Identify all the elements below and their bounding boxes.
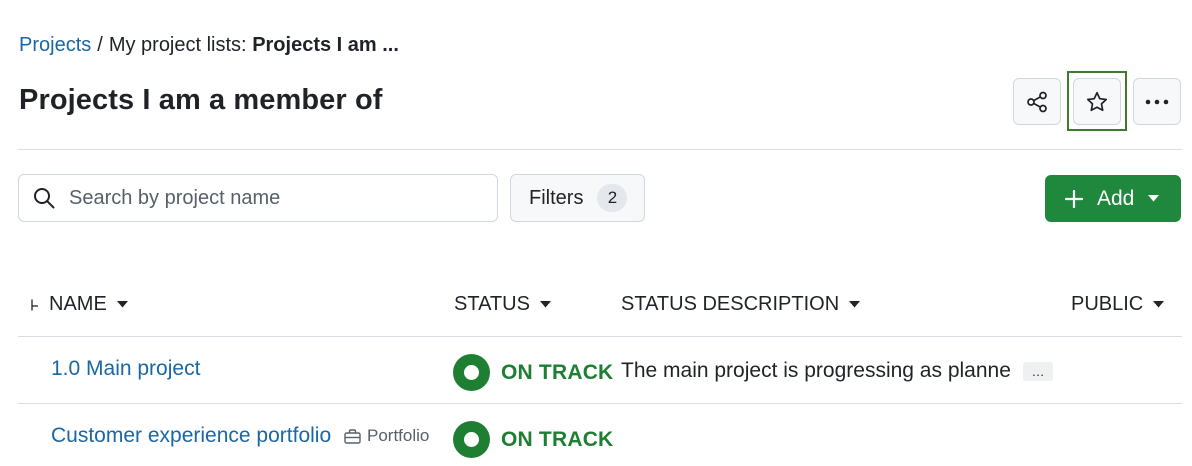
status-badge: ON TRACK bbox=[453, 354, 613, 391]
table-row-divider bbox=[18, 336, 1182, 337]
table-row-divider bbox=[18, 403, 1182, 404]
breadcrumb-current: Projects I am ... bbox=[252, 34, 399, 56]
status-badge: ON TRACK bbox=[453, 421, 613, 458]
status-description: The main project is progressing as plann… bbox=[621, 359, 1011, 382]
status-ring-icon bbox=[453, 354, 490, 391]
column-public-label: PUBLIC bbox=[1071, 293, 1144, 315]
column-header-name[interactable]: NAME bbox=[30, 293, 128, 316]
chevron-down-icon bbox=[1153, 301, 1165, 308]
search-input[interactable] bbox=[67, 185, 467, 211]
portfolio-tag-label: Portfolio bbox=[367, 426, 430, 445]
header-divider bbox=[18, 149, 1182, 150]
star-icon bbox=[1085, 90, 1109, 114]
breadcrumb-list-label: My project lists: bbox=[108, 34, 247, 56]
briefcase-icon bbox=[344, 428, 361, 444]
column-name-label: NAME bbox=[49, 293, 107, 315]
status-label: ON TRACK bbox=[501, 427, 614, 451]
favorite-button[interactable] bbox=[1073, 78, 1121, 125]
search-box[interactable] bbox=[18, 174, 498, 222]
breadcrumb-projects-link[interactable]: Projects bbox=[19, 34, 91, 56]
page-title: Projects I am a member of bbox=[19, 84, 383, 116]
add-button-label: Add bbox=[1097, 186, 1135, 210]
filters-label: Filters bbox=[529, 186, 584, 209]
chevron-down-icon bbox=[116, 301, 128, 308]
chevron-down-icon bbox=[849, 301, 861, 308]
status-label: ON TRACK bbox=[501, 360, 614, 384]
plus-icon bbox=[1065, 189, 1083, 208]
breadcrumb: Projects / My project lists: Projects I am… bbox=[19, 34, 399, 57]
share-button[interactable] bbox=[1013, 78, 1061, 125]
project-name-link[interactable]: 1.0 Main project bbox=[51, 357, 200, 381]
filters-button[interactable]: Filters 2 bbox=[510, 174, 645, 222]
more-actions-button[interactable] bbox=[1133, 78, 1181, 125]
column-status-description-label: STATUS DESCRIPTION bbox=[621, 293, 840, 315]
column-header-status-description[interactable]: STATUS DESCRIPTION bbox=[621, 293, 861, 316]
share-icon bbox=[1025, 90, 1049, 114]
more-horizontal-icon bbox=[1144, 98, 1170, 106]
chevron-down-icon bbox=[539, 301, 551, 308]
breadcrumb-separator: / bbox=[97, 34, 103, 56]
filters-count-badge: 2 bbox=[597, 184, 628, 212]
chevron-down-icon bbox=[1148, 195, 1160, 202]
column-header-status[interactable]: STATUS bbox=[454, 293, 551, 316]
add-button[interactable]: Add bbox=[1045, 175, 1181, 222]
project-name-link[interactable]: Customer experience portfolio bbox=[51, 424, 331, 448]
search-icon bbox=[33, 187, 55, 209]
portfolio-tag: Portfolio bbox=[344, 426, 429, 446]
hierarchy-icon bbox=[30, 299, 39, 311]
column-status-label: STATUS bbox=[454, 293, 530, 315]
expand-description-button[interactable]: … bbox=[1023, 362, 1053, 381]
column-header-public[interactable]: PUBLIC bbox=[1071, 293, 1165, 316]
status-ring-icon bbox=[453, 421, 490, 458]
